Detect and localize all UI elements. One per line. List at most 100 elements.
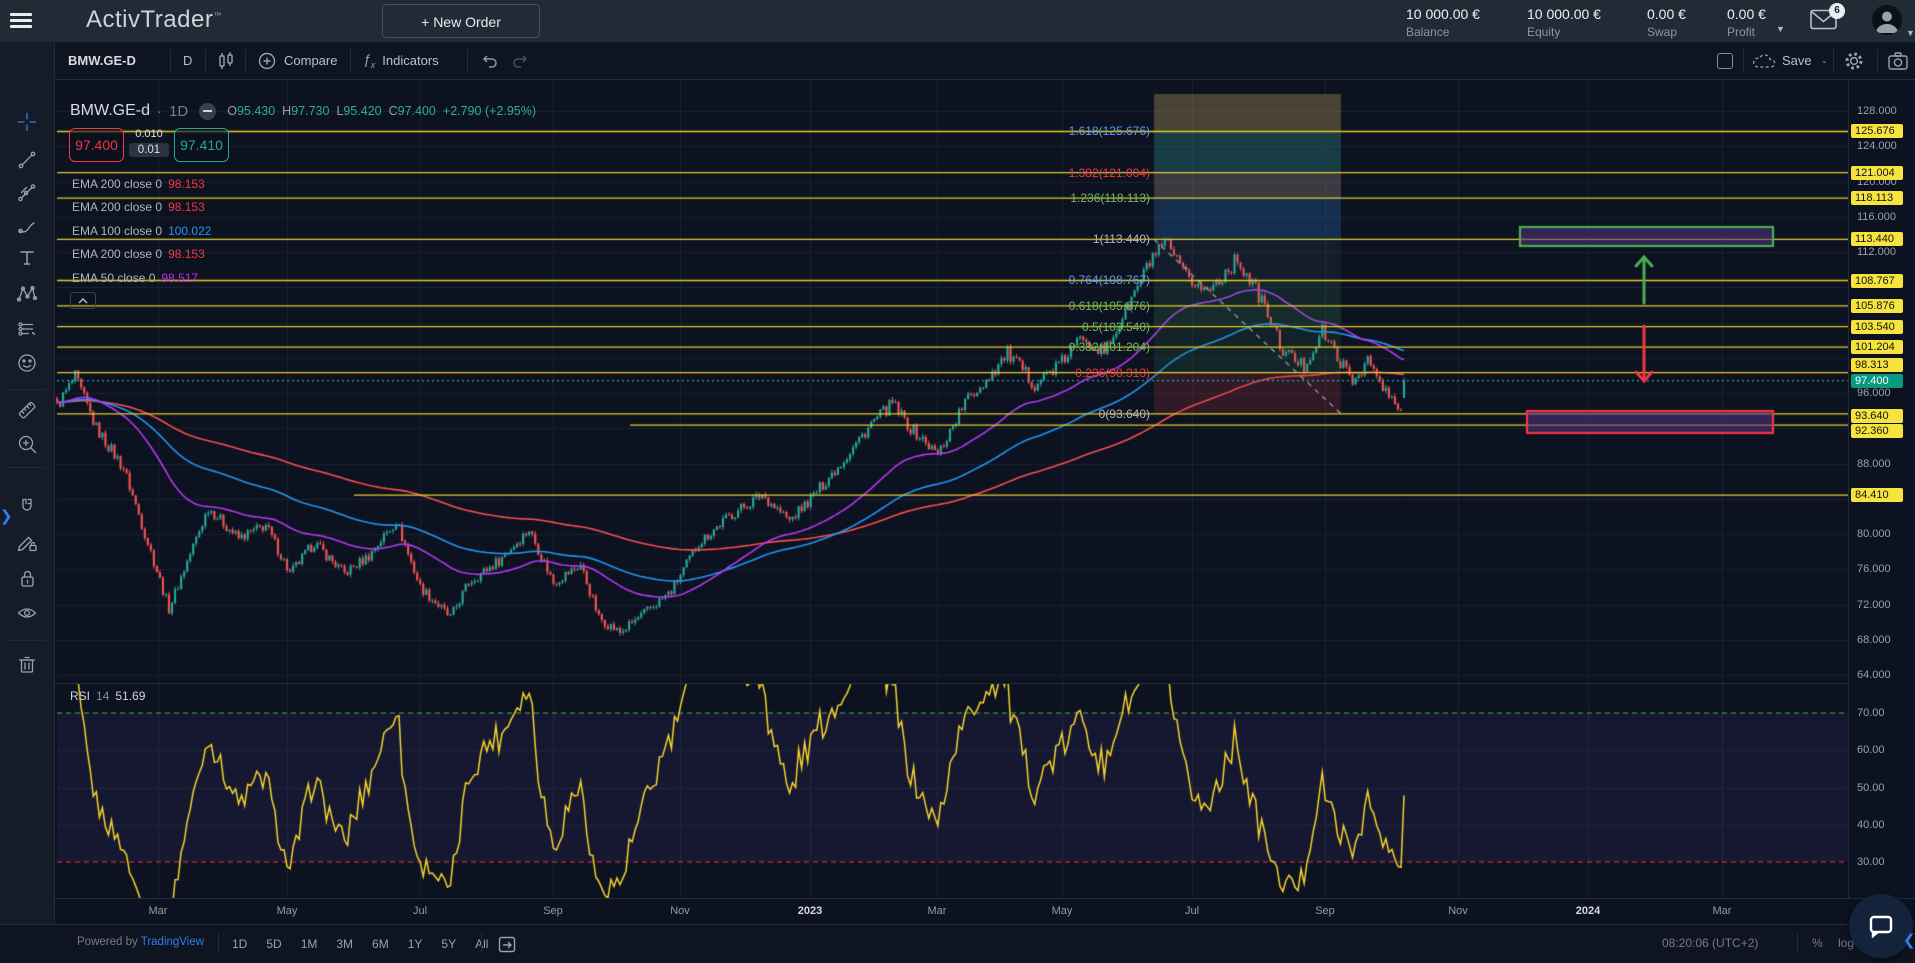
interval-button[interactable]: D <box>183 42 192 79</box>
rsi-legend[interactable]: RSI14 51.69 <box>70 689 145 703</box>
menu-icon[interactable] <box>10 13 32 29</box>
ruler-tool[interactable] <box>16 399 40 423</box>
chevron-up-icon <box>78 298 88 304</box>
price-chart-canvas[interactable] <box>0 0 1915 963</box>
avatar-dropdown-icon[interactable]: ▼ <box>1906 28 1915 38</box>
notifications-button[interactable]: 6 <box>1810 9 1844 35</box>
price-level-label: 101.204 <box>1851 340 1903 354</box>
clock[interactable]: 08:20:06 (UTC+2) <box>1662 936 1758 950</box>
new-order-button[interactable]: + New Order <box>382 4 540 38</box>
time-tick: May <box>1052 905 1073 917</box>
profit-dropdown-icon[interactable]: ▼ <box>1776 24 1785 34</box>
pane-separator[interactable] <box>55 683 1848 684</box>
range-button-3m[interactable]: 3M <box>336 937 353 951</box>
hide-series-button[interactable] <box>199 103 216 120</box>
text-tool[interactable] <box>16 247 40 271</box>
price-level-label: 105.876 <box>1851 299 1903 313</box>
indicator-row[interactable]: EMA 50 close 098.517 <box>72 266 211 290</box>
range-button-1m[interactable]: 1M <box>301 937 318 951</box>
projection-tool[interactable] <box>16 318 40 342</box>
account-stat: 0.00 €Swap <box>1647 6 1686 39</box>
sell-button[interactable]: 97.400 <box>69 128 124 162</box>
range-button-5d[interactable]: 5D <box>266 937 281 951</box>
fib-level-label: 0.764(108.767) <box>990 273 1150 287</box>
range-button-1d[interactable]: 1D <box>232 937 247 951</box>
cloud-icon <box>1752 52 1776 70</box>
crosshair-tool[interactable] <box>16 111 40 135</box>
percent-scale-button[interactable]: % <box>1812 936 1823 950</box>
trend-line-tool[interactable] <box>16 149 40 173</box>
time-tick: Mar <box>928 905 947 917</box>
fib-retracement-tool[interactable] <box>16 182 40 206</box>
account-stat: 0.00 €Profit <box>1727 6 1766 39</box>
screenshot-button[interactable] <box>1887 42 1909 79</box>
fib-level-label: 1(113.440) <box>990 232 1150 246</box>
notification-badge: 6 <box>1829 3 1845 19</box>
range-button-6m[interactable]: 6M <box>372 937 389 951</box>
remove-all-icon <box>16 653 38 675</box>
price-axis[interactable]: 128.000124.000120.000116.000112.00096.00… <box>1848 80 1915 898</box>
range-button-5y[interactable]: 5Y <box>441 937 456 951</box>
chat-icon <box>1866 911 1896 941</box>
avatar[interactable] <box>1872 5 1902 35</box>
emoji-tool[interactable] <box>16 352 40 376</box>
price-tick: 112.000 <box>1857 246 1896 258</box>
buy-button[interactable]: 97.410 <box>174 128 229 162</box>
spread-points: 0.010 <box>126 128 172 140</box>
trend-line-icon <box>16 149 38 171</box>
change-value: +2.790 (+2.95%) <box>443 104 536 118</box>
toolbar-separator <box>9 640 46 641</box>
fib-level-label: 0.382(101.204) <box>990 340 1150 354</box>
lock-all-tool[interactable] <box>16 567 40 591</box>
symbol-tab[interactable]: BMW.GE-D <box>68 42 136 79</box>
collapse-legend-button[interactable] <box>70 292 96 309</box>
indicator-row[interactable]: EMA 200 close 098.153 <box>72 172 211 196</box>
toolbar-separator <box>9 389 46 390</box>
drawing-lock-tool[interactable] <box>16 531 40 555</box>
brush-tool[interactable] <box>16 215 40 239</box>
collapse-panel-chevron[interactable]: ❮ <box>1903 931 1915 949</box>
price-tick: 96.000 <box>1857 387 1891 399</box>
remove-all-tool[interactable] <box>16 653 40 677</box>
price-tick: 88.000 <box>1857 458 1891 470</box>
ruler-icon <box>16 399 38 421</box>
indicators-button[interactable]: ƒx Indicators <box>363 42 439 79</box>
time-axis[interactable]: MarMayJulSepNov2023MarMayJulSepNov2024Ma… <box>55 898 1915 924</box>
spread-value[interactable]: 0.01 <box>129 143 169 157</box>
price-tick: 116.000 <box>1857 211 1896 223</box>
undo-icon <box>480 51 500 71</box>
chart-type-button[interactable] <box>215 42 237 79</box>
xabcd-pattern-tool[interactable] <box>16 283 40 307</box>
indicator-row[interactable]: EMA 200 close 098.153 <box>72 196 211 220</box>
compare-button[interactable]: Compare <box>257 42 337 79</box>
legend-symbol[interactable]: BMW.GE-d <box>70 102 150 120</box>
undo-button[interactable] <box>480 42 500 79</box>
indicator-row[interactable]: EMA 100 close 0100.022 <box>72 219 211 243</box>
fib-level-label: 0.5(103.540) <box>990 320 1150 334</box>
zoom-in-tool[interactable] <box>16 433 40 457</box>
tradingview-link[interactable]: TradingView <box>141 936 204 948</box>
app-header: ActivTrader™ + New Order 10 000.00 €Bala… <box>0 0 1915 42</box>
redo-button[interactable] <box>510 42 530 79</box>
price-level-label: 103.540 <box>1851 320 1903 334</box>
goto-date-button[interactable] <box>497 934 517 954</box>
fib-level-label: 1.618(125.676) <box>990 124 1150 138</box>
indicator-value: 98.517 <box>161 271 198 285</box>
save-button[interactable]: Save ⌄ <box>1752 42 1828 79</box>
expand-panel-chevron[interactable]: ❯ <box>0 507 13 525</box>
time-tick: Mar <box>1713 905 1732 917</box>
indicator-legend: EMA 200 close 098.153EMA 200 close 098.1… <box>72 172 211 290</box>
price-level-label: 93.640 <box>1851 409 1903 423</box>
magnet-icon <box>16 496 38 518</box>
range-button-1y[interactable]: 1Y <box>408 937 423 951</box>
hide-all-icon <box>16 602 38 624</box>
indicator-row[interactable]: EMA 200 close 098.153 <box>72 243 211 267</box>
magnet-tool[interactable] <box>16 496 40 520</box>
rsi-tick: 60.00 <box>1857 744 1885 756</box>
redo-icon <box>510 51 530 71</box>
hide-all-tool[interactable] <box>16 602 40 626</box>
price-tick: 68.000 <box>1857 634 1891 646</box>
indicator-value: 98.153 <box>168 177 205 191</box>
layout-button[interactable] <box>1717 42 1733 79</box>
settings-button[interactable] <box>1843 42 1865 79</box>
